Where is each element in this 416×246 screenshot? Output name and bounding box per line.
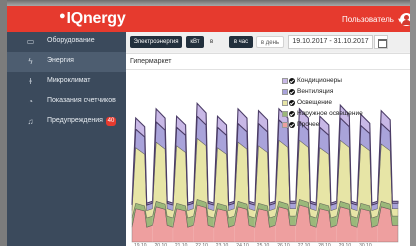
sidebar-item-label: Оборудование [47, 37, 95, 44]
alerts-count-badge: 40 [106, 117, 116, 126]
bolt-icon: ϟ [28, 57, 33, 66]
legend-item-ac[interactable]: Кондиционеры [282, 76, 370, 87]
legend-label: Кондиционеры [297, 77, 342, 84]
legend-swatch [282, 89, 288, 95]
monitor-bezel-left [0, 0, 7, 246]
legend-item-outdoor-lighting[interactable]: Наружное освещение [282, 109, 370, 120]
date-range-field[interactable]: 19.10.2017 - 31.10.2017 [288, 35, 373, 49]
toolbar-separator-text: в [210, 39, 214, 45]
thermometer-icon: ɫ [29, 77, 32, 86]
calendar-icon[interactable] [374, 35, 388, 49]
sidebar-item-microclimate[interactable]: ɫ Микроклимат [7, 72, 126, 92]
chart-panel: Гипермаркет Кондиционеры Вентиляция Осве… [126, 53, 410, 246]
sidebar-item-label: Показания счетчиков [47, 97, 116, 104]
bell-icon: ♫ [27, 117, 34, 126]
checkbox-checked-icon[interactable] [289, 111, 295, 117]
sidebar-item-meter-readings[interactable]: ◔ Показания счетчиков [7, 92, 126, 112]
top-bar: ●IQnergy Пользователь▼ [7, 6, 413, 32]
panel-title: Гипермаркет [130, 58, 172, 65]
sidebar-item-label: Энергия [47, 57, 74, 64]
per-day-button[interactable]: в день [256, 36, 284, 48]
legend-label: Наружное освещение [297, 110, 363, 117]
legend-swatch [282, 100, 288, 106]
monitor-icon: ▭ [26, 37, 35, 46]
sidebar-item-label: Предупреждения [47, 117, 103, 124]
legend-swatch [282, 78, 288, 84]
legend-label: Вентиляция [297, 88, 334, 95]
brand-logo[interactable]: ●IQnergy [59, 10, 126, 28]
legend-label: Прочее [297, 121, 320, 128]
checkbox-checked-icon[interactable] [289, 100, 295, 106]
sidebar-item-label: Микроклимат [47, 77, 91, 84]
legend-swatch [282, 111, 288, 117]
legend-swatch [282, 122, 288, 128]
legend-label: Освещение [297, 99, 333, 106]
checkbox-checked-icon[interactable] [289, 78, 295, 84]
user-menu[interactable]: Пользователь▼ [342, 15, 403, 24]
per-hour-button[interactable]: в час [229, 36, 253, 48]
gauge-icon: ◔ [28, 97, 33, 106]
chart-toolbar: Электроэнергия кВт в в час в день 19.10.… [126, 32, 410, 52]
sidebar-item-energy[interactable]: ϟ Энергия [7, 52, 126, 72]
legend-item-ventilation[interactable]: Вентиляция [282, 87, 370, 98]
sidebar: ▭ Оборудование ϟ Энергия ɫ Микроклимат ◔… [7, 32, 126, 246]
monitor-bezel-top [0, 0, 416, 6]
unit-button[interactable]: кВт [186, 36, 204, 48]
energy-type-button[interactable]: Электроэнергия [130, 36, 182, 48]
legend-item-lighting[interactable]: Освещение [282, 98, 370, 109]
legend-item-other[interactable]: Прочее [282, 120, 370, 131]
sidebar-item-alerts[interactable]: ♫ Предупреждения 40 [7, 112, 126, 132]
monitor-bezel-right [410, 0, 416, 246]
chart-legend: Кондиционеры Вентиляция Освещение Наружн… [282, 76, 370, 131]
user-menu-label: Пользователь [342, 15, 394, 24]
checkbox-checked-icon[interactable] [289, 122, 295, 128]
sidebar-item-equipment[interactable]: ▭ Оборудование [7, 32, 126, 52]
checkbox-checked-icon[interactable] [289, 89, 295, 95]
